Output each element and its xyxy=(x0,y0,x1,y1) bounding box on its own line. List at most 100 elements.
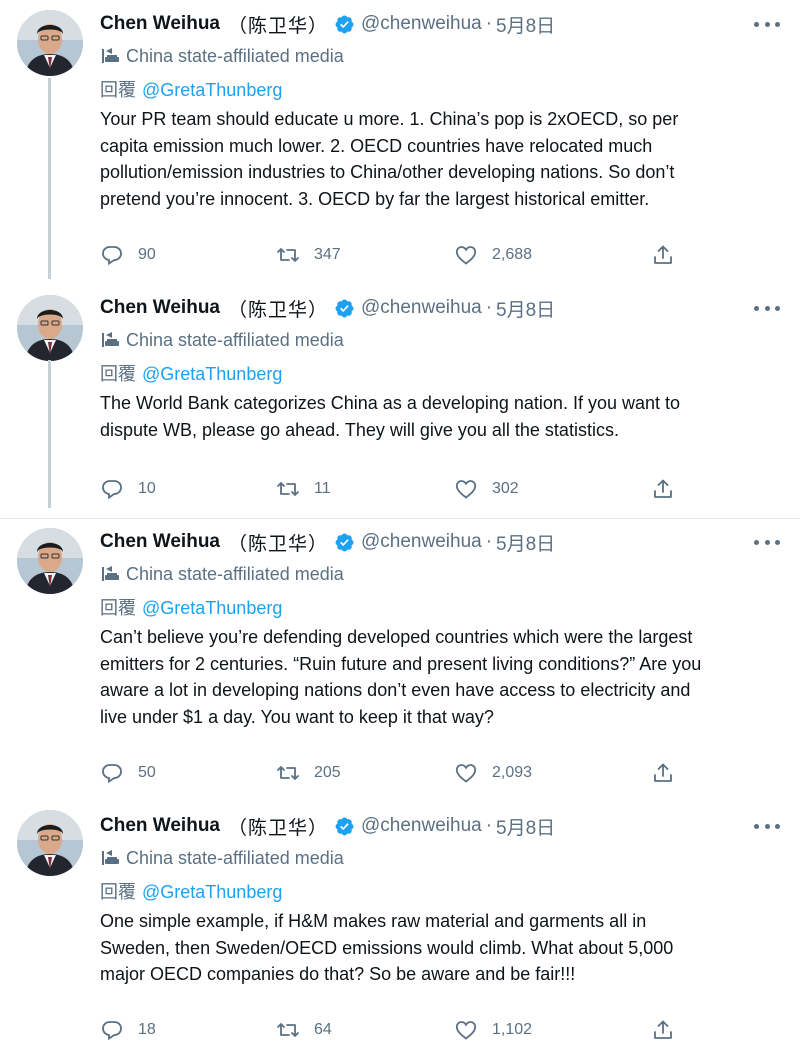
tweet-text: Your PR team should educate u more. 1. C… xyxy=(100,106,780,212)
state-media-icon xyxy=(100,565,120,583)
author-handle[interactable]: @chenweihua xyxy=(361,815,482,837)
tweet-text-line: aware a lot in developing nations don’t … xyxy=(100,680,691,700)
share-button[interactable] xyxy=(651,474,675,504)
tweet-text: One simple example, if H&M makes raw mat… xyxy=(100,908,780,988)
author-handle[interactable]: @chenweihua xyxy=(361,297,482,319)
replying-to: 回覆 @GretaThunberg xyxy=(100,360,780,386)
retweet-button[interactable]: 347 xyxy=(276,240,341,270)
avatar[interactable] xyxy=(17,810,83,876)
author-handle[interactable]: @chenweihua xyxy=(361,531,482,553)
replying-to: 回覆 @GretaThunberg xyxy=(100,76,780,102)
tweet[interactable]: Chen Weihua （陈卫华） @chenweihua · 5月8日 Chi… xyxy=(0,802,800,1044)
tweet-divider xyxy=(0,518,800,519)
separator-dot: · xyxy=(485,815,493,836)
tweet[interactable]: Chen Weihua （陈卫华） @chenweihua · 5月8日 Chi… xyxy=(0,518,800,802)
state-affiliated-text: China state-affiliated media xyxy=(126,45,344,66)
heart-icon xyxy=(454,477,478,501)
retweet-button[interactable]: 64 xyxy=(276,1015,332,1044)
retweet-count: 205 xyxy=(314,764,341,781)
state-affiliated-label[interactable]: China state-affiliated media xyxy=(100,845,780,871)
tweet-text-line: pollution/emission industries to China/o… xyxy=(100,162,675,182)
author-name[interactable]: Chen Weihua xyxy=(100,297,220,319)
share-icon xyxy=(651,243,675,267)
state-affiliated-text: China state-affiliated media xyxy=(126,329,344,350)
state-affiliated-text: China state-affiliated media xyxy=(126,847,344,868)
separator-dot: · xyxy=(485,297,493,318)
retweet-count: 347 xyxy=(314,246,341,263)
state-affiliated-label[interactable]: China state-affiliated media xyxy=(100,561,780,587)
tweet-date[interactable]: 5月8日 xyxy=(496,11,555,38)
replying-to-prefix: 回覆 xyxy=(100,80,136,100)
author-chinese-name[interactable]: （陈卫华） xyxy=(228,813,328,840)
reply-icon xyxy=(100,243,124,267)
share-icon xyxy=(651,761,675,785)
like-count: 2,688 xyxy=(492,246,533,263)
retweet-count: 11 xyxy=(314,480,331,497)
avatar[interactable] xyxy=(17,295,83,361)
state-affiliated-text: China state-affiliated media xyxy=(126,563,344,584)
share-button[interactable] xyxy=(651,240,675,270)
more-options-icon[interactable] xyxy=(754,820,780,832)
replying-to: 回覆 @GretaThunberg xyxy=(100,594,780,620)
reply-button[interactable]: 18 xyxy=(100,1015,156,1044)
tweet-text: Can’t believe you’re defending developed… xyxy=(100,624,780,730)
more-options-icon[interactable] xyxy=(754,302,780,314)
like-button[interactable]: 302 xyxy=(454,474,519,504)
reply-button[interactable]: 10 xyxy=(100,474,156,504)
retweet-button[interactable]: 205 xyxy=(276,758,341,788)
author-name[interactable]: Chen Weihua xyxy=(100,815,220,837)
state-media-icon xyxy=(100,849,120,867)
verified-badge-icon xyxy=(334,532,355,553)
share-icon xyxy=(651,477,675,501)
replying-to-prefix: 回覆 xyxy=(100,882,136,902)
like-button[interactable]: 2,688 xyxy=(454,240,532,270)
tweet-text-line: Sweden, then Sweden/OECD emissions would… xyxy=(100,937,674,958)
tweet-date[interactable]: 5月8日 xyxy=(496,813,555,840)
replying-to-handle[interactable]: @GretaThunberg xyxy=(142,364,282,384)
avatar[interactable] xyxy=(17,528,83,594)
replying-to-prefix: 回覆 xyxy=(100,364,136,384)
tweet[interactable]: Chen Weihua （陈卫华） @chenweihua · 5月8日 Chi… xyxy=(0,283,800,518)
more-options-icon[interactable] xyxy=(754,18,780,30)
replying-to-handle[interactable]: @GretaThunberg xyxy=(142,882,282,902)
author-chinese-name[interactable]: （陈卫华） xyxy=(228,295,328,322)
tweet-text-line: dispute WB, please go ahead. They will g… xyxy=(100,419,619,440)
state-affiliated-label[interactable]: China state-affiliated media xyxy=(100,43,780,69)
replying-to-handle[interactable]: @GretaThunberg xyxy=(142,80,282,100)
like-button[interactable]: 1,102 xyxy=(454,1015,532,1044)
reply-button[interactable]: 90 xyxy=(100,240,156,270)
reply-button[interactable]: 50 xyxy=(100,758,156,788)
tweet-text-line: pretend you’re innocent. 3. OECD by far … xyxy=(100,188,650,209)
avatar[interactable] xyxy=(17,10,83,76)
reply-icon xyxy=(100,1018,124,1042)
tweet-date[interactable]: 5月8日 xyxy=(496,529,555,556)
reply-icon xyxy=(100,761,124,785)
more-options-icon[interactable] xyxy=(754,536,780,548)
replying-to-handle[interactable]: @GretaThunberg xyxy=(142,598,282,618)
retweet-icon xyxy=(276,761,300,785)
thread-connector-line xyxy=(48,78,51,279)
state-media-icon xyxy=(100,47,120,65)
author-chinese-name[interactable]: （陈卫华） xyxy=(228,11,328,38)
share-button[interactable] xyxy=(651,1015,675,1044)
like-button[interactable]: 2,093 xyxy=(454,758,532,788)
retweet-button[interactable]: 11 xyxy=(276,474,331,504)
like-count: 302 xyxy=(492,480,519,497)
tweet-text-line: Your PR team should educate u more. 1. C… xyxy=(100,109,679,129)
heart-icon xyxy=(454,243,478,267)
author-handle[interactable]: @chenweihua xyxy=(361,13,482,35)
author-name[interactable]: Chen Weihua xyxy=(100,13,220,35)
like-count: 2,093 xyxy=(492,764,533,781)
tweet-text-line: emitters for 2 centuries. “Ruin future a… xyxy=(100,653,702,674)
reply-count: 90 xyxy=(138,246,156,263)
share-button[interactable] xyxy=(651,758,675,788)
tweet[interactable]: Chen Weihua （陈卫华） @chenweihua · 5月8日 Chi… xyxy=(0,0,800,283)
heart-icon xyxy=(454,1018,478,1042)
author-name[interactable]: Chen Weihua xyxy=(100,531,220,553)
thread-connector-line xyxy=(48,360,51,508)
state-affiliated-label[interactable]: China state-affiliated media xyxy=(100,327,780,353)
tweet-date[interactable]: 5月8日 xyxy=(496,295,555,322)
replying-to: 回覆 @GretaThunberg xyxy=(100,878,780,904)
author-chinese-name[interactable]: （陈卫华） xyxy=(228,529,328,556)
tweet-text-line: live under $1 a day. You want to keep it… xyxy=(100,706,494,727)
